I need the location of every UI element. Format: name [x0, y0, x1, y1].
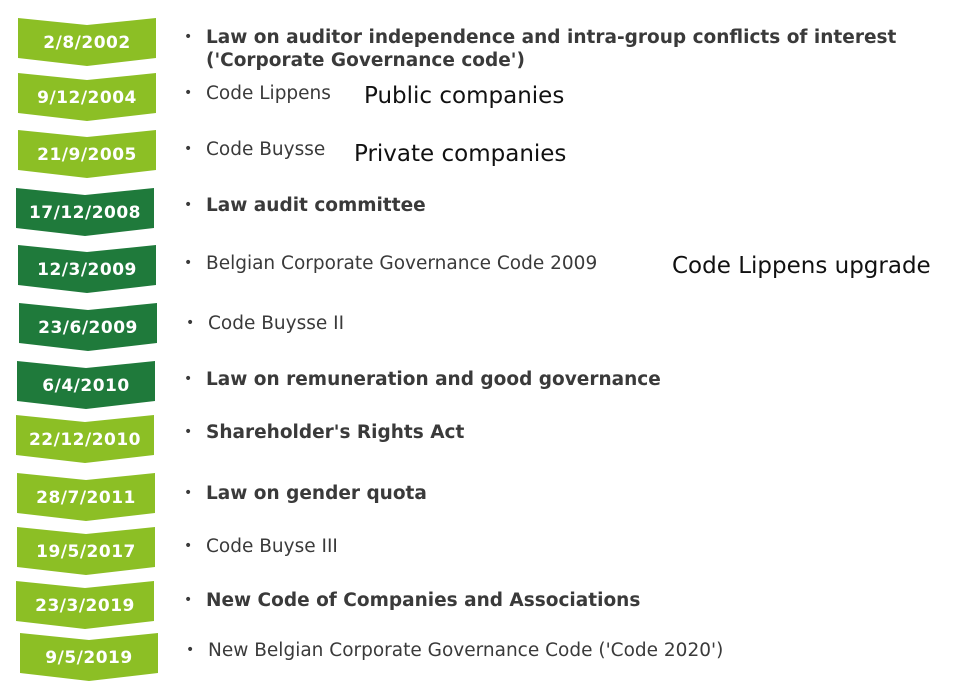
timeline-date: 9/5/2019 — [45, 648, 133, 668]
bullet-icon: • — [184, 85, 193, 101]
timeline-date: 17/12/2008 — [28, 203, 142, 223]
bullet-icon: • — [184, 538, 193, 554]
timeline-item: • Code Buysse — [184, 138, 325, 161]
timeline-item-text: Law audit committee — [206, 195, 426, 216]
date-chevron: 9/5/2019 — [20, 633, 158, 681]
timeline-item: • Code Buysse II — [186, 312, 344, 335]
timeline-date: 19/5/2017 — [36, 542, 136, 562]
timeline-item-text: Belgian Corporate Governance Code 2009 — [206, 253, 598, 274]
timeline-item-text: Code Buysse — [206, 139, 326, 160]
timeline-item: • New Belgian Corporate Governance Code (… — [186, 639, 723, 662]
bullet-icon: • — [184, 592, 193, 608]
date-chevron: 22/12/2010 — [16, 415, 154, 463]
bullet-icon: • — [184, 197, 193, 213]
date-chevron: 2/8/2002 — [18, 18, 156, 66]
timeline-date: 6/4/2010 — [42, 376, 130, 396]
timeline-item: • Law on remuneration and good governance — [184, 368, 661, 391]
date-chevron: 17/12/2008 — [16, 188, 154, 236]
date-chevron: 19/5/2017 — [17, 527, 155, 575]
bullet-icon: • — [184, 371, 193, 387]
date-chevron: 6/4/2010 — [17, 361, 155, 409]
timeline-item-text: New Code of Companies and Associations — [206, 590, 641, 611]
timeline-date: 21/9/2005 — [37, 145, 137, 165]
timeline-date: 2/8/2002 — [43, 33, 131, 53]
bullet-icon: • — [184, 141, 193, 157]
timeline-item: • Code Lippens — [184, 82, 331, 105]
timeline-date: 23/3/2019 — [35, 596, 135, 616]
timeline-item: • Shareholder's Rights Act — [184, 421, 464, 444]
annotation-public-companies: Public companies — [364, 83, 565, 109]
bullet-icon: • — [184, 424, 193, 440]
timeline-item-text: Law on auditor independence and intra-gr… — [206, 27, 897, 71]
annotation-private-companies: Private companies — [354, 141, 567, 167]
date-chevron: 28/7/2011 — [17, 473, 155, 521]
timeline-item: • Law on gender quota — [184, 482, 427, 505]
timeline-item-text: Law on remuneration and good governance — [206, 369, 661, 390]
timeline-item: • Belgian Corporate Governance Code 2009 — [184, 252, 597, 275]
timeline-item: • Code Buyse III — [184, 535, 338, 558]
timeline-date: 28/7/2011 — [36, 488, 136, 508]
bullet-icon: • — [186, 315, 195, 331]
timeline-item-text: Law on gender quota — [206, 483, 427, 504]
timeline-date: 23/6/2009 — [38, 318, 138, 338]
bullet-icon: • — [184, 29, 193, 45]
timeline-item: • New Code of Companies and Associations — [184, 589, 640, 612]
bullet-icon: • — [184, 255, 193, 271]
timeline-date: 22/12/2010 — [28, 430, 142, 450]
date-chevron: 23/6/2009 — [19, 303, 157, 351]
timeline-date: 12/3/2009 — [37, 260, 137, 280]
timeline-item-text: Code Buysse II — [208, 313, 345, 334]
bullet-icon: • — [186, 642, 195, 658]
timeline-item-text: Code Buyse III — [206, 536, 338, 557]
timeline-item: • Law on auditor independence and intra-g… — [184, 26, 954, 72]
annotation-code-lippens-upgrade: Code Lippens upgrade — [672, 253, 931, 279]
date-chevron: 23/3/2019 — [16, 581, 154, 629]
date-chevron: 12/3/2009 — [18, 245, 156, 293]
date-chevron: 21/9/2005 — [18, 130, 156, 178]
date-chevron: 9/12/2004 — [18, 73, 156, 121]
bullet-icon: • — [184, 485, 193, 501]
timeline-item-text: Shareholder's Rights Act — [206, 422, 465, 443]
timeline-item-text: New Belgian Corporate Governance Code ('… — [208, 640, 724, 661]
timeline-item: • Law audit committee — [184, 194, 426, 217]
timeline-date: 9/12/2004 — [37, 88, 137, 108]
timeline-item-text: Code Lippens — [206, 83, 331, 104]
